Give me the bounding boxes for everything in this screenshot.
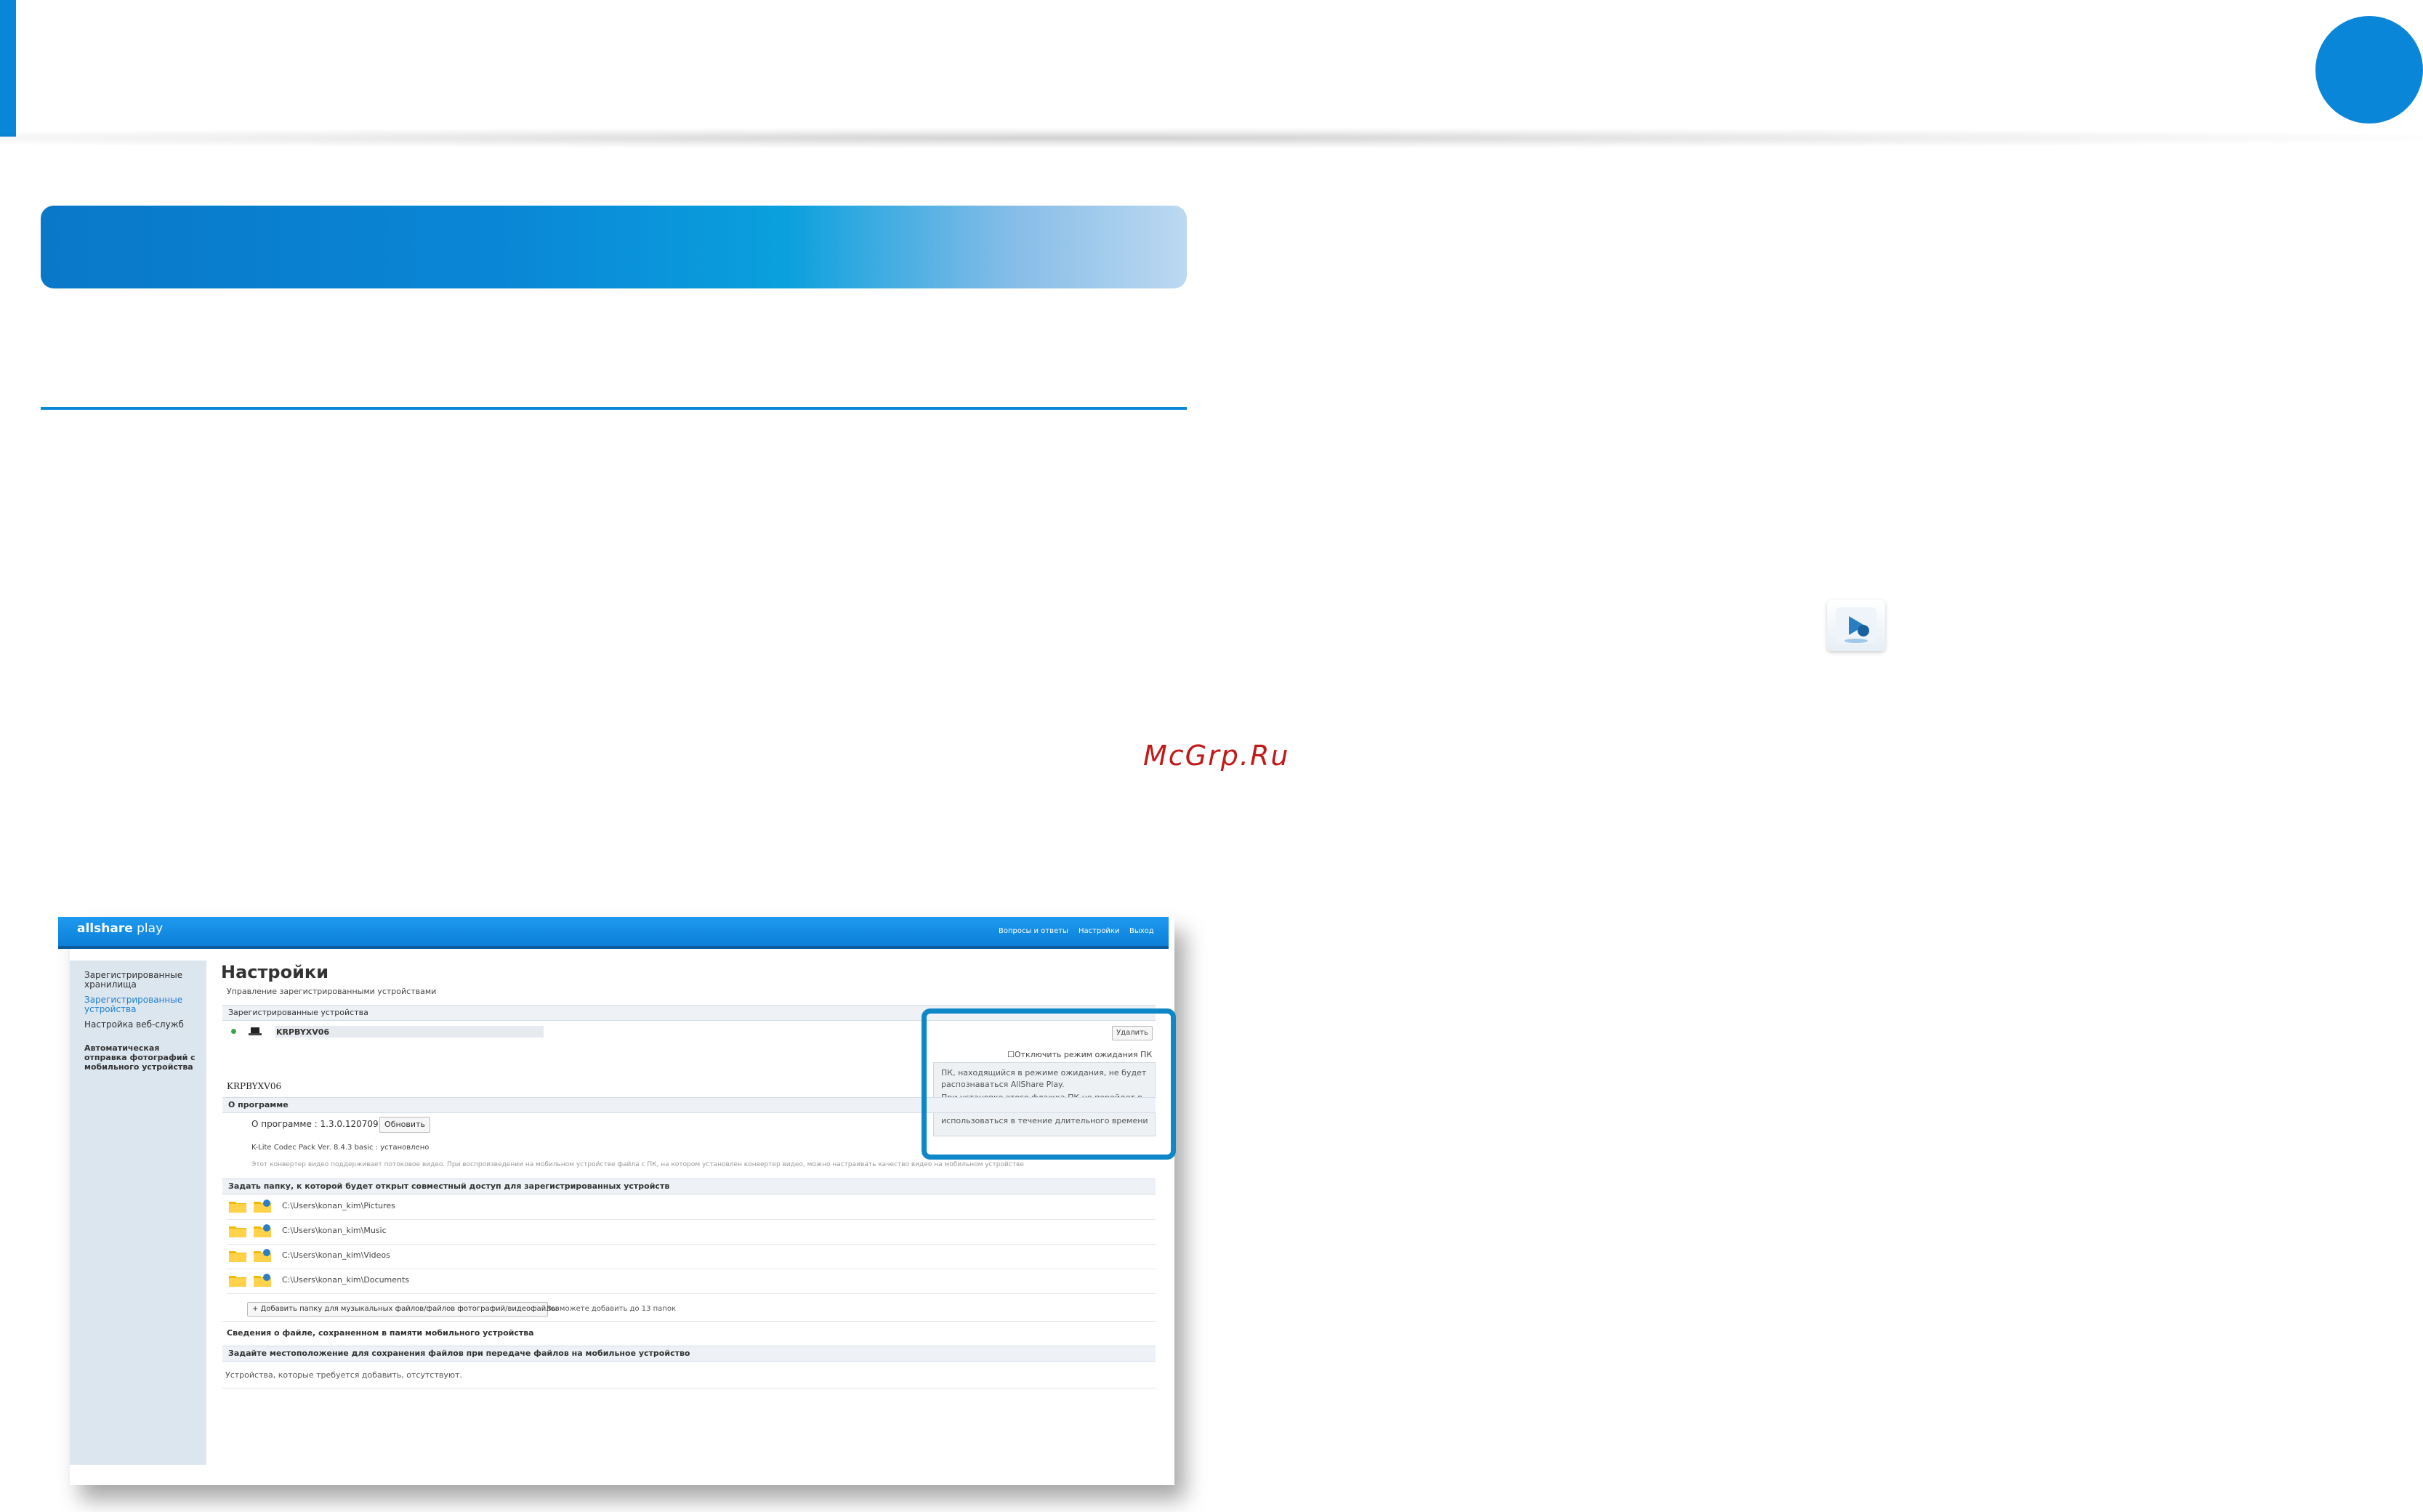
section-banner (41, 206, 1187, 288)
left-accent-bar (0, 0, 16, 137)
device-name: KRPBYXV06 (276, 1027, 330, 1037)
add-folder-button[interactable]: + Добавить папку для музыкальных файлов/… (247, 1302, 560, 1317)
topnav-settings[interactable]: Настройки (1079, 927, 1119, 935)
folder-row[interactable]: C:\Users\konan_kim\Music (227, 1219, 1156, 1245)
page-title: Настройки (221, 962, 329, 982)
folder-icon (229, 1226, 246, 1237)
page-subtitle: Управление зарегистрированными устройств… (227, 987, 437, 996)
folder-icon (229, 1276, 246, 1287)
header-shadow (0, 128, 2423, 148)
share-folder-icon[interactable] (253, 1248, 272, 1263)
watermark: McGrp.Ru (1143, 740, 1290, 772)
section-share-folders: Задать папку, к которой будет открыт сов… (222, 1179, 1156, 1194)
folder-row[interactable]: C:\Users\konan_kim\Videos (227, 1244, 1156, 1269)
laptop-icon (249, 1027, 262, 1035)
app-underbar (58, 946, 1169, 949)
device-heading: KRPBYXV06 (227, 1081, 282, 1091)
share-folder-icon[interactable] (253, 1273, 272, 1287)
section-rule (41, 407, 1187, 410)
share-folder-icon[interactable] (253, 1199, 272, 1213)
folder-row[interactable]: C:\Users\konan_kim\Documents (227, 1269, 1156, 1294)
about-version: О программе : 1.3.0.1207091759 (251, 1119, 401, 1129)
folder-row[interactable]: C:\Users\konan_kim\Pictures (227, 1194, 1156, 1220)
sidebar-item-storage[interactable]: Зарегистрированные хранилища (84, 971, 201, 990)
allshare-play-icon (1827, 600, 1885, 651)
app-logo: allshare play (77, 921, 164, 936)
divider (222, 1321, 1156, 1322)
topnav-logout[interactable]: Выход (1129, 927, 1154, 935)
sidebar (70, 961, 206, 1465)
mobile-info-heading: Сведения о файле, сохраненном в памяти м… (227, 1328, 534, 1338)
folder-icon (229, 1202, 246, 1213)
sidebar-item-devices[interactable]: Зарегистрированные устройства (84, 995, 201, 1014)
add-folder-note: Вы можете добавить до 13 папок (547, 1305, 677, 1313)
update-button[interactable]: Обновить (379, 1117, 430, 1133)
page-number-circle (2315, 16, 2423, 124)
share-folder-icon[interactable] (253, 1224, 272, 1238)
no-devices-text: Устройства, которые требуется добавить, … (225, 1370, 463, 1380)
topnav-faq[interactable]: Вопросы и ответы (999, 927, 1068, 935)
folder-icon (229, 1251, 246, 1262)
converter-note: Этот конвертер видео поддерживает потоко… (251, 1161, 1024, 1168)
section-mobile-storage: Задайте местоположение для сохранения фа… (222, 1346, 1156, 1362)
sidebar-item-webservices[interactable]: Настройка веб-служб (84, 1020, 201, 1030)
sidebar-item-autoupload[interactable]: Автоматическая отправка фотографий с моб… (84, 1043, 201, 1072)
codec-status: K-Lite Codec Pack Ver. 8.4.3 basic : уст… (251, 1144, 430, 1152)
highlight-frame (922, 1008, 1176, 1160)
status-dot (231, 1029, 236, 1034)
